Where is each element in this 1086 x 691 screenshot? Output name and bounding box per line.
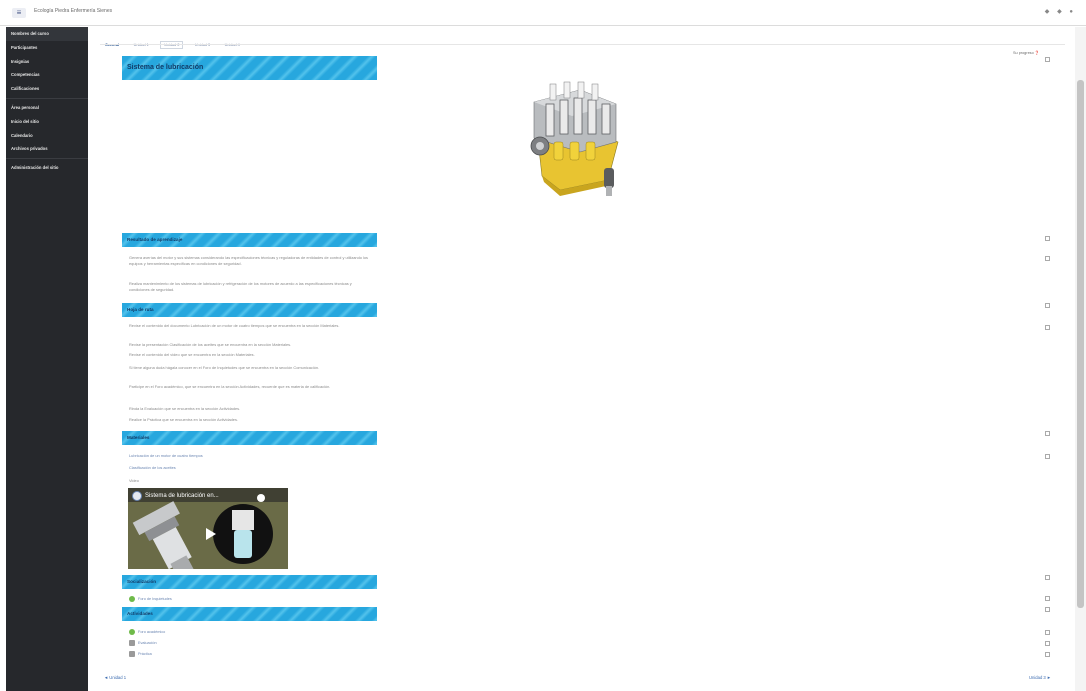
route-para-2: Revise la presentación Clasificación de … [129,342,292,347]
activity-evaluation[interactable]: Evaluación [129,640,157,646]
activity-label: Foro de Inquietudes [138,597,172,601]
tab-unit-4[interactable]: Unidad 4 [222,42,243,48]
sidebar-item-label: Administración del sitio [11,165,59,171]
next-section-link[interactable]: Unidad 3 ► [1029,675,1051,680]
activity-label: Foro académico [138,630,166,634]
route-banner: Hoja de ruta [122,303,377,317]
activity-label: Práctica [138,652,152,656]
activity-forum-inquietudes[interactable]: Foro de Inquietudes [129,596,172,602]
section-title-banner: Sistema de lubricación [122,56,377,80]
sidebar-item-label: Insignias [11,58,30,64]
sidebar-item-label: Nombres del curso [11,31,49,36]
progress-label: Su progreso ❓ [1013,50,1039,55]
activity-practice[interactable]: Práctica [129,651,152,657]
route-para-7: Realice la Práctica que se encuentra en … [129,417,239,422]
video-label: Video [129,478,139,483]
user-icon[interactable]: ● [1069,9,1076,15]
page-scrollbar[interactable] [1075,27,1086,691]
site-title[interactable]: Ecología Piedra Enfermería Sienes [34,8,112,14]
hamburger-icon[interactable]: ≡ [12,8,26,18]
completion-checkbox[interactable] [1045,652,1050,657]
sidebar-item-label: Competencias [11,72,40,78]
sidebar-item-course[interactable]: Nombres del curso [6,27,88,41]
completion-checkbox[interactable] [1045,596,1050,601]
scrollbar-thumb[interactable] [1077,80,1084,608]
socialization-heading: Socialización [127,579,157,584]
previous-section-link[interactable]: ◄ Unidad 1 [104,675,126,680]
sidebar-item-calendar[interactable]: Calendario [6,129,88,143]
quiz-icon [129,640,135,646]
completion-checkbox[interactable] [1045,575,1050,580]
sidebar-item-label: Calificaciones [11,86,40,92]
sidebar: Nombres del curso Participantes Insignia… [6,27,88,691]
sidebar-item-label: Calendario [11,132,33,138]
activity-forum-academic[interactable]: Foro académico [129,629,165,635]
sidebar-item-label: Archivos privados [11,146,48,152]
sidebar-divider [6,156,88,160]
results-heading: Resultado de aprendizaje [127,237,183,242]
route-para-3: Revise el contenido del video que se enc… [129,352,255,357]
completion-checkbox[interactable] [1045,325,1050,330]
top-icons: ◆ ◆ ● [1045,8,1076,15]
forum-icon [129,596,135,602]
top-navbar: ≡ Ecología Piedra Enfermería Sienes ◆ ◆ … [0,0,1086,26]
sidebar-item-label: Participantes [11,44,38,50]
completion-checkbox[interactable] [1045,607,1050,612]
materials-banner: Materiales [122,431,377,445]
route-para-5: Participe en el Foro académico, que se e… [129,384,331,389]
completion-checkbox[interactable] [1045,431,1050,436]
sidebar-item-grades[interactable]: Calificaciones [6,82,88,96]
tab-unit-2[interactable]: Unidad 2 [160,41,184,49]
sidebar-item-label: Área personal [11,104,39,110]
video-title[interactable]: Sistema de lubricación en... [145,493,219,499]
material-link-2[interactable]: Clasificación de los aceites [129,465,176,470]
route-heading: Hoja de ruta [127,307,154,312]
sidebar-item-badges[interactable]: Insignias [6,55,88,69]
completion-checkbox[interactable] [1045,630,1050,635]
route-para-6: Rinda la Evaluación que se encuentra en … [129,406,241,411]
activities-banner: Actividades [122,607,377,621]
video-player[interactable]: Sistema de lubricación en... [128,488,288,569]
video-thumbnail [128,488,288,569]
sidebar-item-dashboard[interactable]: Área personal [6,101,88,115]
message-icon[interactable]: ◆ [1057,9,1065,15]
results-banner: Resultado de aprendizaje [122,233,377,247]
sidebar-item-participants[interactable]: Participantes [6,41,88,55]
sidebar-item-site-admin[interactable]: Administración del sitio [6,161,88,175]
results-para-2: Realiza mantenimiento de los sistemas de… [129,281,352,293]
help-icon[interactable]: ❓ [1035,51,1040,55]
tab-unit-1[interactable]: Unidad 1 [131,42,152,48]
notification-icon[interactable]: ◆ [1045,9,1053,15]
forum-icon [129,629,135,635]
sidebar-item-competencies[interactable]: Competencias [6,68,88,82]
completion-checkbox[interactable] [1045,454,1050,459]
activity-label: Evaluación [138,641,157,645]
assignment-icon [129,651,135,657]
tabs-divider [100,44,1065,45]
route-para-4: Si tiene alguna duda hágala conocer en e… [129,365,320,370]
material-link-1[interactable]: Lubricación de un motor de cuatro tiempo… [129,453,203,458]
sidebar-item-site-home[interactable]: Inicio del sitio [6,115,88,129]
course-tabs: General Unidad 1 Unidad 2 Unidad 3 Unida… [102,33,247,49]
materials-heading: Materiales [127,435,150,440]
tab-general[interactable]: General [102,42,122,48]
sidebar-divider [6,96,88,99]
engine-illustration [530,81,619,196]
progress-checkbox[interactable] [1045,57,1050,62]
results-para-1: Genera averías del motor y sus sistemas … [129,255,368,267]
route-para-1: Revise el contenido del documento Lubric… [129,323,340,328]
section-title: Sistema de lubricación [127,64,204,71]
sidebar-item-label: Inicio del sitio [11,118,39,124]
socialization-banner: Socialización [122,575,377,589]
completion-checkbox[interactable] [1045,641,1050,646]
completion-checkbox[interactable] [1045,236,1050,241]
video-channel-icon [132,491,142,501]
sidebar-item-private-files[interactable]: Archivos privados [6,142,88,156]
completion-checkbox[interactable] [1045,303,1050,308]
progress-text: Su progreso [1013,51,1034,55]
tab-unit-3[interactable]: Unidad 3 [192,42,213,48]
completion-checkbox[interactable] [1045,256,1050,261]
activities-heading: Actividades [127,611,153,616]
